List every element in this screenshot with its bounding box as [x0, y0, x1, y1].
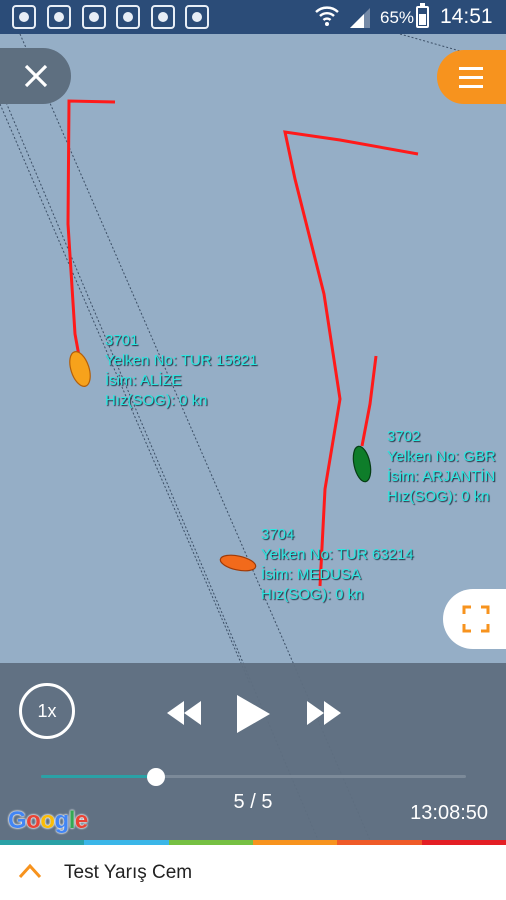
google-logo-letter: o — [40, 807, 55, 834]
boat-sail-number: Yelken No: TUR 63214 — [261, 546, 414, 563]
boat-label-3702: 3702 Yelken No: GBR İsim: ARJANTİN Hız(S… — [387, 427, 496, 507]
fast-forward-icon[interactable] — [305, 699, 343, 727]
close-button[interactable] — [0, 48, 71, 104]
boat-speed: Hız(SOG): 0 kn — [387, 488, 490, 505]
google-logo: Google — [8, 807, 88, 835]
boat-label-3701: 3701 Yelken No: TUR 15821 İsim: ALİZE Hı… — [105, 331, 258, 411]
playback-slider[interactable] — [41, 768, 466, 786]
google-logo-letter: o — [26, 807, 41, 834]
boat-id: 3702 — [387, 428, 421, 445]
status-bar: 65% 14:51 — [0, 0, 506, 34]
signal-icon — [350, 8, 370, 28]
boat-3702-marker[interactable] — [350, 445, 373, 484]
close-icon — [24, 64, 47, 88]
playback-time: 13:08:50 — [410, 802, 488, 824]
boat-track-3702 — [360, 355, 378, 447]
playback-panel: 1x 5 / 5 Google 13:08:50 — [0, 663, 506, 840]
google-logo-letter: e — [74, 807, 88, 834]
fullscreen-button[interactable] — [443, 589, 506, 649]
race-title: Test Yarış Cem — [64, 862, 193, 883]
menu-icon-bar — [459, 66, 483, 70]
fullscreen-icon — [462, 605, 490, 633]
boat-track-3704 — [283, 130, 419, 587]
boat-3704-marker[interactable] — [219, 552, 257, 573]
battery-percent: 65% — [380, 8, 415, 27]
google-logo-letter: G — [8, 807, 27, 834]
playback-speed-button[interactable]: 1x — [19, 683, 75, 739]
boat-name: İsim: MEDUSA — [261, 566, 362, 583]
playback-slider-handle[interactable] — [146, 768, 165, 786]
playback-progress — [41, 775, 156, 778]
app-notification-icon — [12, 5, 36, 29]
menu-button[interactable] — [437, 50, 506, 104]
boat-name: İsim: ARJANTİN — [387, 468, 496, 485]
race-title-bar[interactable]: Test Yarış Cem — [0, 845, 506, 900]
boat-id: 3704 — [261, 526, 295, 543]
app-notification-icon — [151, 5, 175, 29]
clock: 14:51 — [440, 5, 493, 28]
boat-3701-marker[interactable] — [66, 349, 94, 389]
rewind-icon[interactable] — [165, 699, 203, 727]
app-notification-icon — [82, 5, 106, 29]
boat-sail-number: Yelken No: TUR 15821 — [105, 352, 258, 369]
chevron-up-icon[interactable] — [18, 863, 42, 879]
battery-icon — [416, 3, 429, 28]
menu-icon-bar — [459, 75, 483, 79]
boat-speed: Hız(SOG): 0 kn — [261, 586, 364, 603]
menu-icon-bar — [459, 84, 483, 88]
boat-name: İsim: ALİZE — [105, 372, 182, 389]
boat-id: 3701 — [105, 332, 139, 349]
boat-label-3704: 3704 Yelken No: TUR 63214 İsim: MEDUSA H… — [261, 525, 414, 605]
app-notification-icon — [47, 5, 71, 29]
app-notification-icon — [185, 5, 209, 29]
google-logo-letter: g — [54, 807, 70, 834]
boat-sail-number: Yelken No: GBR — [387, 448, 496, 465]
boat-speed: Hız(SOG): 0 kn — [105, 392, 208, 409]
boat-track-3701 — [66, 99, 116, 357]
wifi-icon — [315, 6, 339, 26]
app-notification-icon — [116, 5, 140, 29]
play-icon[interactable] — [234, 693, 272, 735]
